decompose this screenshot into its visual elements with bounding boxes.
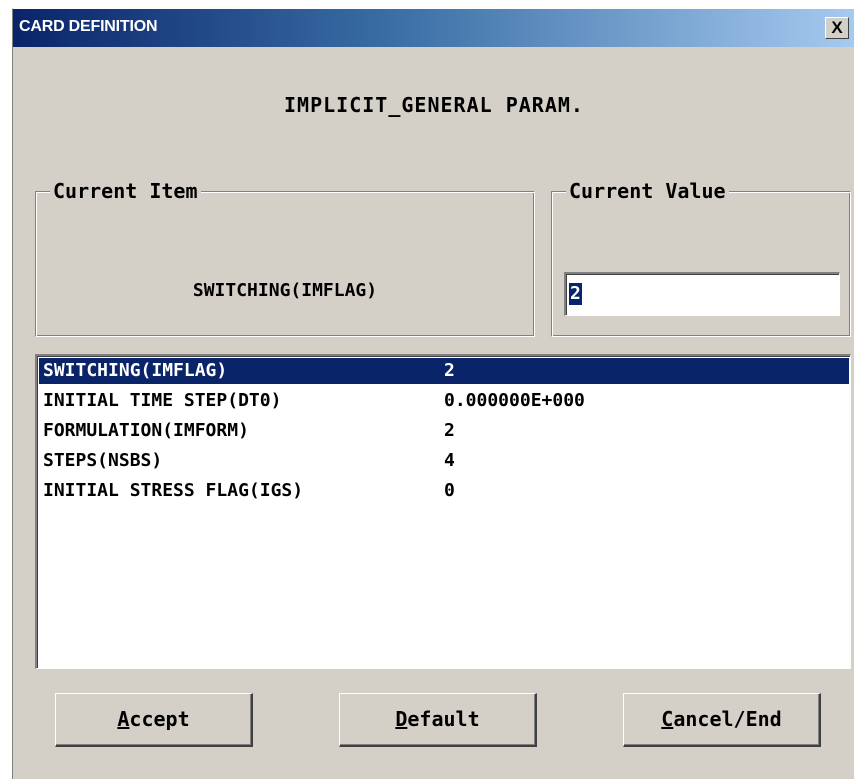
list-item[interactable]: INITIAL TIME STEP(DT0) 0.000000E+000 <box>39 388 849 414</box>
parameter-list[interactable]: SWITCHING(IMFLAG) 2 INITIAL TIME STEP(DT… <box>35 354 851 669</box>
cancel-label: ancel/End <box>673 707 782 731</box>
list-item-name: STEPS(NSBS) <box>43 450 163 471</box>
card-definition-dialog: CARD DEFINITION X IMPLICIT_GENERAL PARAM… <box>12 8 854 779</box>
default-mnemonic: D <box>395 707 408 731</box>
default-button[interactable]: Default <box>339 693 537 747</box>
accept-mnemonic: A <box>117 707 130 731</box>
close-icon[interactable]: X <box>825 17 849 39</box>
list-item[interactable]: STEPS(NSBS) 4 <box>39 448 849 474</box>
current-item-value: SWITCHING(IMFLAG) <box>192 280 378 301</box>
list-item-name: INITIAL STRESS FLAG(IGS) <box>43 480 304 501</box>
list-item-name: FORMULATION(IMFORM) <box>43 420 249 441</box>
list-item-name: SWITCHING(IMFLAG) <box>43 360 228 381</box>
current-value-label: Current Value <box>566 180 729 202</box>
current-value-text: 2 <box>569 283 582 305</box>
list-item-value: 4 <box>444 450 455 471</box>
list-item[interactable]: SWITCHING(IMFLAG) 2 <box>39 358 849 384</box>
list-item-value: 2 <box>444 420 455 441</box>
current-item-label: Current Item <box>50 180 201 202</box>
list-item-value: 2 <box>444 360 455 381</box>
cancel-end-button[interactable]: Cancel/End <box>623 693 821 747</box>
current-item-group: Current Item SWITCHING(IMFLAG) <box>35 180 535 337</box>
current-value-group: Current Value 2 <box>551 180 851 337</box>
list-item-value: 0 <box>444 480 455 501</box>
accept-label: ccept <box>129 707 190 731</box>
list-item[interactable]: INITIAL STRESS FLAG(IGS) 0 <box>39 478 849 504</box>
list-item[interactable]: FORMULATION(IMFORM) 2 <box>39 418 849 444</box>
window-title: CARD DEFINITION <box>19 18 158 35</box>
title-bar[interactable]: CARD DEFINITION X <box>13 9 854 47</box>
current-value-input[interactable]: 2 <box>564 272 840 316</box>
list-item-value: 0.000000E+000 <box>444 390 585 411</box>
list-item-name: INITIAL TIME STEP(DT0) <box>43 390 282 411</box>
cancel-mnemonic: C <box>661 707 674 731</box>
default-label: efault <box>407 707 480 731</box>
page-title: IMPLICIT_GENERAL PARAM. <box>284 93 584 117</box>
accept-button[interactable]: Accept <box>55 693 253 747</box>
